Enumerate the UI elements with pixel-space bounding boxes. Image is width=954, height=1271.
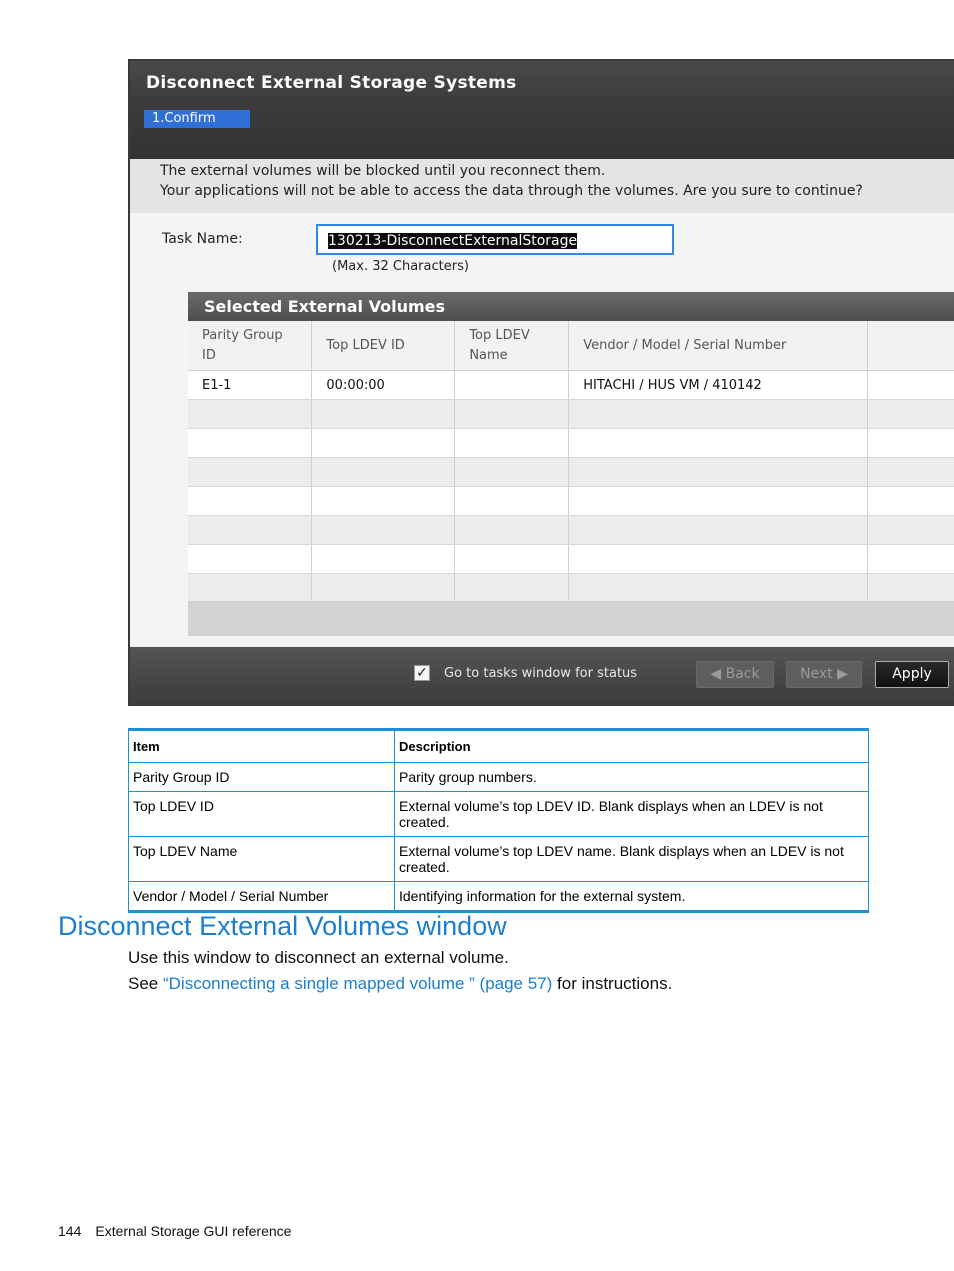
column-header-parity-group-id[interactable]: Parity Group ID [188,321,313,371]
apply-button[interactable]: Apply [875,661,949,688]
cell-vendor-model-serial: HITACHI / HUS VM / 410142 [568,370,869,400]
empty-table-row [188,486,954,516]
cell-top-ldev-id: 00:00:00 [311,370,456,400]
task-name-label: Task Name: [162,231,243,247]
table-footer-bar [188,601,954,636]
table-row[interactable]: E1-1 00:00:00 HITACHI / HUS VM / 410142 [188,370,954,400]
chevron-right-icon: ▶ [832,666,848,682]
back-button[interactable]: ◀ Back [696,661,774,688]
empty-table-row [188,457,954,487]
item-description-table: Item Description Parity Group ID Parity … [128,728,869,913]
section-heading: Disconnect External Volumes window [58,911,507,941]
checkmark-icon: ✓ [416,665,428,681]
item-cell: Top LDEV Name [128,836,395,882]
header-description: Description [394,729,869,763]
step-tab-confirm[interactable]: 1.Confirm [144,110,250,128]
empty-table-row [188,428,954,458]
item-cell: Parity Group ID [128,762,395,792]
message-line-1: The external volumes will be blocked unt… [160,163,606,179]
next-button-label: Next [800,666,833,682]
cell-top-ldev-name [454,370,570,400]
message-line-2: Your applications will not be able to ac… [160,183,863,199]
table-row: Top LDEV ID External volume’s top LDEV I… [128,791,869,837]
description-cell: Identifying information for the external… [394,881,869,912]
column-header-top-ldev-name[interactable]: Top LDEV Name [454,321,570,371]
task-name-input[interactable]: 130213-DisconnectExternalStorage [316,224,674,255]
task-name-hint: (Max. 32 Characters) [332,259,469,274]
selected-volumes-table: Parity Group ID Top LDEV ID Top LDEV Nam… [188,321,954,603]
next-button[interactable]: Next ▶ [786,661,862,688]
description-cell: External volume’s top LDEV ID. Blank dis… [394,791,869,837]
page-number: 144 [58,1223,82,1239]
column-header-vendor-model-serial[interactable]: Vendor / Model / Serial Number [568,321,869,371]
item-cell: Vendor / Model / Serial Number [128,881,395,912]
selected-volumes-title: Selected External Volumes [188,292,954,321]
section-paragraph-2: See “Disconnecting a single mapped volum… [128,974,672,994]
para-prefix: See [128,974,163,993]
empty-table-row [188,573,954,603]
footer-text: External Storage GUI reference [95,1223,292,1239]
table-row: Vendor / Model / Serial Number Identifyi… [128,881,869,912]
column-header-top-ldev-id[interactable]: Top LDEV ID [311,321,456,371]
dialog-button-bar: ✓ Go to tasks window for status ◀ Back N… [130,647,954,704]
item-cell: Top LDEV ID [128,791,395,837]
description-cell: External volume’s top LDEV name. Blank d… [394,836,869,882]
cell-parity-group-id: E1-1 [188,370,313,400]
disconnect-external-storage-dialog: Disconnect External Storage Systems 1.Co… [128,59,954,706]
dialog-header: Disconnect External Storage Systems 1.Co… [130,61,954,159]
selected-external-volumes-panel: Selected External Volumes Parity Group I… [188,292,954,636]
back-button-label: Back [725,666,760,682]
dialog-title: Disconnect External Storage Systems [146,73,517,93]
empty-table-row [188,544,954,574]
column-header-extra [867,321,954,371]
chevron-left-icon: ◀ [710,666,726,682]
para-suffix: for instructions. [552,974,673,993]
confirmation-message: The external volumes will be blocked unt… [130,159,954,213]
page-footer: 144 External Storage GUI reference [58,1223,291,1239]
disconnecting-volume-link[interactable]: “Disconnecting a single mapped volume ” … [163,974,552,993]
tasks-window-checkbox-label: Go to tasks window for status [444,666,638,681]
dialog-body: Task Name: 130213-DisconnectExternalStor… [130,213,954,646]
table-row: Parity Group ID Parity group numbers. [128,762,869,792]
empty-table-row [188,399,954,429]
cell-extra [867,370,954,400]
header-item: Item [128,729,395,763]
task-name-value: 130213-DisconnectExternalStorage [328,233,578,249]
tasks-window-checkbox[interactable]: ✓ [414,665,430,681]
section-paragraph-1: Use this window to disconnect an externa… [128,948,509,967]
table-row: Top LDEV Name External volume’s top LDEV… [128,836,869,882]
empty-table-row [188,515,954,545]
description-cell: Parity group numbers. [394,762,869,792]
